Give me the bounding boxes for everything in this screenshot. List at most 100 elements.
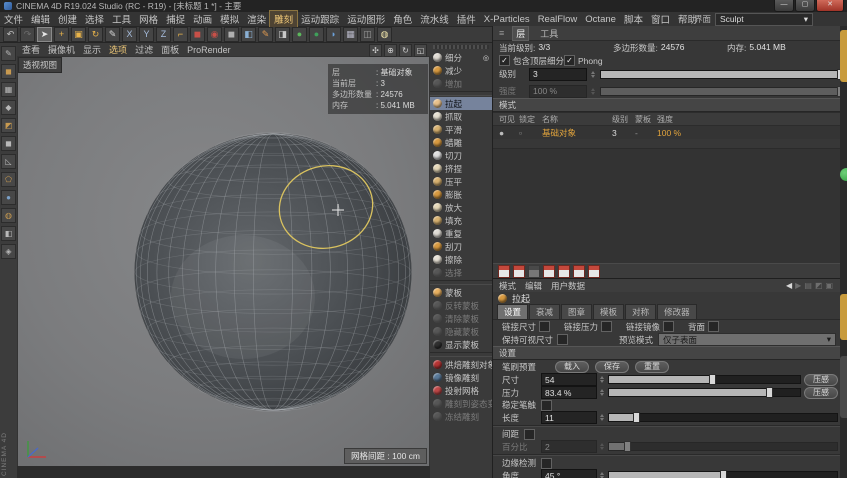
menu-item[interactable]: 工具 xyxy=(108,11,135,27)
minimize-button[interactable]: — xyxy=(774,0,794,12)
brush-options-icon[interactable]: ◎ xyxy=(483,54,489,62)
toolbar-icon[interactable]: ◗ xyxy=(326,27,341,42)
toolbar-icon[interactable]: ◉ xyxy=(207,27,222,42)
toolbar-icon[interactable]: ◫ xyxy=(360,27,375,42)
angle-slider[interactable] xyxy=(608,471,838,478)
sculpt-brush-item[interactable]: 挤捏 xyxy=(430,162,492,175)
mode-icon[interactable]: ✎ xyxy=(1,46,16,61)
pressure-spinner[interactable] xyxy=(600,387,605,398)
mode-icon[interactable]: ◈ xyxy=(1,244,16,259)
mode-icon[interactable]: ◺ xyxy=(1,154,16,169)
toolbar-icon[interactable]: ↶ xyxy=(3,27,18,42)
menu-item[interactable]: 捕捉 xyxy=(162,11,189,27)
length-spinner[interactable] xyxy=(600,412,605,423)
attribute-menu-item[interactable]: 模式 xyxy=(499,280,516,292)
viewport-nav-icon[interactable]: ⊕ xyxy=(384,44,397,57)
sculpt-brush-item[interactable]: 显示蒙板 xyxy=(430,338,492,351)
preset-bookmark-icon[interactable] xyxy=(498,265,510,278)
layer-option[interactable]: 包含顶层细分 xyxy=(499,55,564,67)
toolbar-icon[interactable]: ● xyxy=(292,27,307,42)
attribute-tab[interactable]: 衰减 xyxy=(529,304,560,319)
checkbox[interactable] xyxy=(541,458,552,469)
preset-bookmark-icon[interactable] xyxy=(528,265,540,278)
viewport-menu-item[interactable]: 查看 xyxy=(22,43,40,56)
viewport-nav-icon[interactable]: ✣ xyxy=(369,44,382,57)
menu-item[interactable]: 窗口 xyxy=(647,11,674,27)
mode-icon[interactable]: ▦ xyxy=(1,82,16,97)
attribute-tab[interactable]: 对称 xyxy=(625,304,656,319)
checkbox[interactable] xyxy=(557,334,568,345)
mode-icon[interactable]: ◍ xyxy=(1,208,16,223)
link-option[interactable]: 链接镜像 xyxy=(626,321,674,333)
attribute-corner-icon[interactable]: ▤ xyxy=(804,281,812,290)
palette-grip[interactable] xyxy=(433,45,489,49)
angle-spinner[interactable] xyxy=(600,470,605,478)
sculpt-brush-item[interactable]: 抓取 xyxy=(430,110,492,123)
size-value[interactable]: 54 xyxy=(541,373,597,386)
preset-bookmark-icon[interactable] xyxy=(588,265,600,278)
toolbar-icon[interactable]: ◧ xyxy=(241,27,256,42)
length-value[interactable]: 11 xyxy=(541,411,597,424)
mode-icon[interactable]: ◆ xyxy=(1,100,16,115)
sculpt-brush-item[interactable]: 选择 xyxy=(430,266,492,279)
attribute-tab[interactable]: 设置 xyxy=(497,304,528,319)
percent-value[interactable]: 2 xyxy=(541,440,597,453)
maximize-button[interactable]: ▢ xyxy=(795,0,815,12)
menu-item[interactable]: X-Particles xyxy=(480,13,534,26)
attribute-corner-icon[interactable]: ▣ xyxy=(825,281,833,290)
sculpt-brush-item[interactable] xyxy=(430,280,492,285)
preset-bookmark-icon[interactable] xyxy=(543,265,555,278)
menu-item[interactable]: 创建 xyxy=(54,11,81,27)
attribute-menu-item[interactable]: 编辑 xyxy=(525,280,542,292)
hamburger-icon[interactable]: ≡ xyxy=(499,28,504,38)
sculpt-brush-item[interactable]: 烘焙雕刻对象 xyxy=(430,358,492,371)
layout-dropdown[interactable]: Sculpt ▾ xyxy=(715,13,813,26)
pressure-value[interactable]: 83.4 % xyxy=(541,386,597,399)
sculpt-brush-item[interactable] xyxy=(430,352,492,357)
menu-item[interactable]: 模拟 xyxy=(216,11,243,27)
toolbar-icon[interactable]: ✎ xyxy=(258,27,273,42)
steady-stroke-row[interactable]: 稳定笔触 xyxy=(493,399,847,411)
docked-panel-tab[interactable] xyxy=(840,294,847,340)
sculpt-brush-item[interactable]: 切刀 xyxy=(430,149,492,162)
layer-option[interactable]: Phong xyxy=(564,55,603,66)
sculpt-brush-item[interactable]: 蜡雕 xyxy=(430,136,492,149)
viewport-nav-icon[interactable]: ↻ xyxy=(399,44,412,57)
level-value[interactable]: 3 xyxy=(529,68,587,81)
checkbox[interactable] xyxy=(524,429,535,440)
viewport-menu-item[interactable]: 显示 xyxy=(83,43,101,56)
checkbox[interactable] xyxy=(499,55,510,66)
toolbar-icon[interactable]: ▣ xyxy=(71,27,86,42)
close-button[interactable]: ✕ xyxy=(816,0,844,12)
sculpt-brush-item[interactable]: 膨胀 xyxy=(430,188,492,201)
menu-item[interactable]: Octane xyxy=(581,13,620,26)
viewport-nav-icon[interactable]: ◱ xyxy=(414,44,427,57)
layer-lock-toggle[interactable]: ▫ xyxy=(519,128,542,138)
history-forward-icon[interactable]: ▶ xyxy=(795,281,801,290)
layer-manager-tab[interactable]: 工具 xyxy=(537,27,561,40)
viewport-menu-item[interactable]: 面板 xyxy=(161,43,179,56)
menu-item[interactable]: 运动图形 xyxy=(343,11,389,27)
attribute-corner-icon[interactable]: ◩ xyxy=(815,281,823,290)
sculpt-brush-item[interactable]: 增加 xyxy=(430,77,492,90)
menu-item[interactable]: 雕刻 xyxy=(270,11,297,27)
viewport-canvas[interactable]: 透视视图 层: 基础对象 当前层: 3 多边形数量: 24576 内存: 5.0… xyxy=(18,57,429,466)
sculpt-brush-item[interactable]: 减少 xyxy=(430,64,492,77)
sculpt-brush-item[interactable]: 填充 xyxy=(430,214,492,227)
checkbox[interactable] xyxy=(539,321,550,332)
link-option[interactable]: 链接压力 xyxy=(564,321,612,333)
size-spinner[interactable] xyxy=(600,374,605,385)
level-slider[interactable] xyxy=(600,70,841,79)
toolbar-icon[interactable]: ⌐ xyxy=(173,27,188,42)
percent-spinner[interactable] xyxy=(600,441,605,452)
attribute-tab[interactable]: 模板 xyxy=(593,304,624,319)
size-pressure-button[interactable]: 压感 xyxy=(804,374,838,386)
sculpt-brush-item[interactable]: 拉起 xyxy=(430,97,492,110)
layer-name[interactable]: 基础对象 xyxy=(542,127,612,139)
sculpt-brush-item[interactable]: 平滑 xyxy=(430,123,492,136)
mode-icon[interactable]: ◼ xyxy=(1,136,16,151)
checkbox[interactable] xyxy=(663,321,674,332)
menu-item[interactable]: 网格 xyxy=(135,11,162,27)
strength-value[interactable]: 100 % xyxy=(529,85,587,98)
sculpt-brush-item[interactable]: 投射网格 xyxy=(430,384,492,397)
